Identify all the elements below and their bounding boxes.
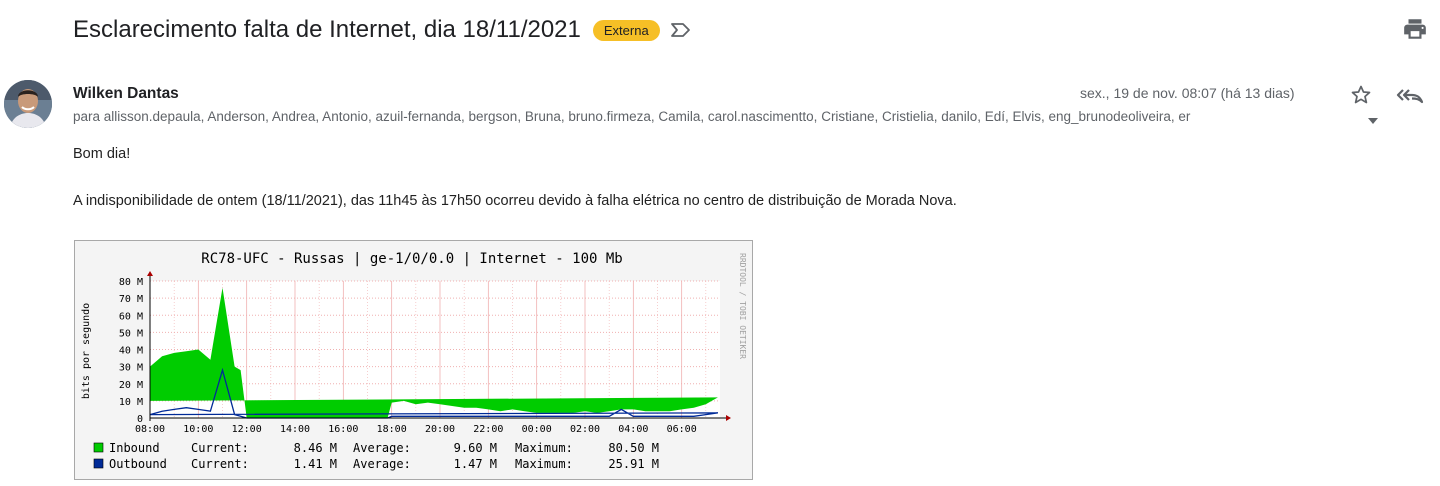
x-tick-label: 14:00 xyxy=(280,424,310,435)
chart-watermark: RRDTOOL / TOBI OETIKER xyxy=(738,253,747,359)
x-tick-label: 12:00 xyxy=(232,424,262,435)
subject-row: Esclarecimento falta de Internet, dia 18… xyxy=(73,12,692,48)
x-tick-label: 02:00 xyxy=(570,424,600,435)
body-paragraph: A indisponibilidade de ontem (18/11/2021… xyxy=(73,193,957,209)
chart-title: RC78-UFC - Russas | ge-1/0/0.0 | Interne… xyxy=(201,251,622,267)
x-tick-label: 00:00 xyxy=(522,424,552,435)
legend-maximum-value: 80.50 M xyxy=(608,441,659,455)
legend-maximum-label: Maximum: xyxy=(515,457,573,471)
x-tick-label: 22:00 xyxy=(473,424,503,435)
y-axis-arrow xyxy=(147,271,153,276)
avatar[interactable] xyxy=(4,80,52,128)
legend-swatch xyxy=(93,442,104,453)
caret-down-icon[interactable] xyxy=(1366,113,1380,124)
x-tick-label: 04:00 xyxy=(618,424,648,435)
y-tick-label: 60 M xyxy=(119,311,143,322)
x-tick-label: 16:00 xyxy=(328,424,358,435)
label-outline-icon[interactable] xyxy=(670,22,692,38)
legend-maximum-value: 25.91 M xyxy=(608,457,659,471)
greeting-text: Bom dia! xyxy=(73,146,131,162)
y-tick-label: 80 M xyxy=(119,277,143,288)
y-tick-label: 50 M xyxy=(119,328,143,339)
y-tick-label: 40 M xyxy=(119,346,143,357)
legend-current-value: 1.41 M xyxy=(294,457,337,471)
print-icon[interactable] xyxy=(1402,16,1428,42)
legend-average-label: Average: xyxy=(353,441,411,455)
x-tick-label: 10:00 xyxy=(183,424,213,435)
reply-all-icon[interactable] xyxy=(1396,83,1424,107)
legend-name: Inbound xyxy=(109,441,160,455)
x-tick-label: 06:00 xyxy=(667,424,697,435)
message-date: sex., 19 de nov. 08:07 (há 13 dias) xyxy=(1080,85,1295,101)
x-tick-label: 20:00 xyxy=(425,424,455,435)
label-badge[interactable]: Externa xyxy=(592,19,660,41)
legend-name: Outbound xyxy=(109,457,167,471)
x-tick-label: 08:00 xyxy=(135,424,165,435)
traffic-graph-image: RC78-UFC - Russas | ge-1/0/0.0 | Interne… xyxy=(74,240,753,480)
legend-average-value: 9.60 M xyxy=(454,441,497,455)
star-outline-icon[interactable] xyxy=(1349,83,1373,107)
y-tick-label: 70 M xyxy=(119,294,143,305)
x-tick-label: 18:00 xyxy=(377,424,407,435)
legend-maximum-label: Maximum: xyxy=(515,441,573,455)
email-subject: Esclarecimento falta de Internet, dia 18… xyxy=(73,16,581,43)
legend-average-value: 1.47 M xyxy=(454,457,497,471)
y-tick-label: 30 M xyxy=(119,363,143,374)
traffic-chart: RC78-UFC - Russas | ge-1/0/0.0 | Interne… xyxy=(81,251,747,471)
legend-current-label: Current: xyxy=(191,457,249,471)
legend: Inbound Current: 8.46 M Average: 9.60 M Maxim… xyxy=(93,441,659,471)
legend-current-label: Current: xyxy=(191,441,249,455)
recipients-list[interactable]: para allisson.depaula, Anderson, Andrea,… xyxy=(73,109,1361,124)
sender-name[interactable]: Wilken Dantas xyxy=(73,85,179,103)
y-tick-label: 20 M xyxy=(119,380,143,391)
x-axis-arrow xyxy=(726,415,731,421)
legend-swatch xyxy=(93,458,104,469)
y-tick-label: 10 M xyxy=(119,397,143,408)
legend-current-value: 8.46 M xyxy=(294,441,337,455)
legend-average-label: Average: xyxy=(353,457,411,471)
y-axis-label: bits por segundo xyxy=(81,303,92,399)
